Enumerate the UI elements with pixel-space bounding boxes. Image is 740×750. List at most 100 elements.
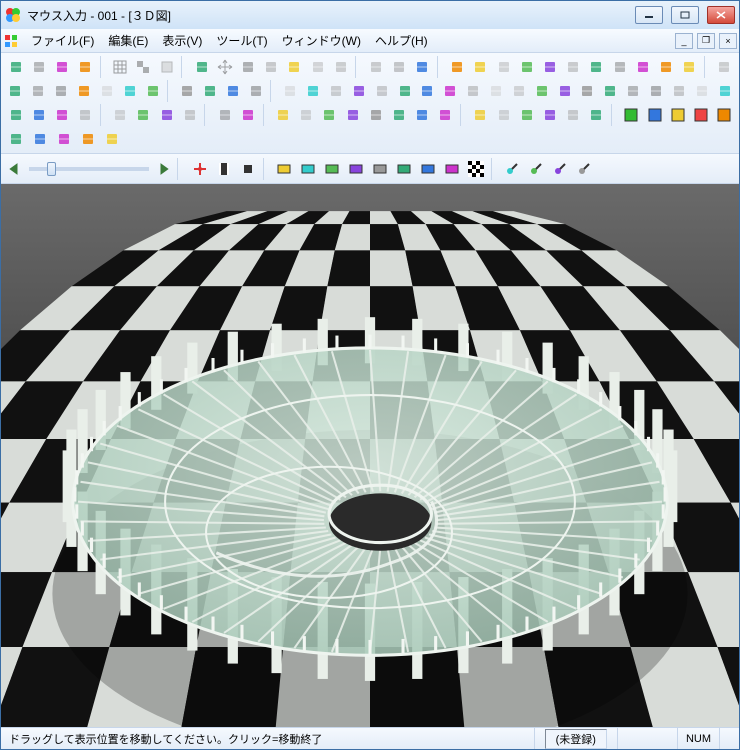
timeline-tool-brush3[interactable] [549, 158, 571, 180]
tool-ar3[interactable] [516, 104, 537, 126]
tool-ar2[interactable] [493, 104, 514, 126]
tool-mat1[interactable] [5, 104, 26, 126]
tool-shape1[interactable] [5, 80, 26, 102]
tool-undo[interactable] [307, 56, 328, 78]
tool-opt5[interactable] [101, 128, 123, 150]
tool-surf4[interactable] [348, 80, 369, 102]
tool-surf2[interactable] [303, 80, 324, 102]
tool-sun5[interactable] [539, 56, 560, 78]
menu-tool[interactable]: ツール(T) [210, 29, 273, 52]
tool-sun3[interactable] [493, 56, 514, 78]
tool-surf20[interactable] [714, 80, 735, 102]
tool-surf10[interactable] [486, 80, 507, 102]
menu-file[interactable]: ファイル(F) [25, 29, 100, 52]
tool-surf16[interactable] [623, 80, 644, 102]
tool-mat2[interactable] [28, 104, 49, 126]
tool-redo[interactable] [330, 56, 351, 78]
timeline-tool-film[interactable] [213, 158, 235, 180]
tool-sun9[interactable] [632, 56, 653, 78]
tool-surf3[interactable] [326, 80, 347, 102]
tool-c-green[interactable] [621, 104, 642, 126]
timeline-tool-layer-m[interactable] [321, 158, 343, 180]
tool-snap-blue[interactable] [133, 56, 154, 78]
tool-opt3[interactable] [53, 128, 75, 150]
timeline-tool-layer-y[interactable] [369, 158, 391, 180]
tool-surf8[interactable] [440, 80, 461, 102]
tool-arrow[interactable] [261, 56, 282, 78]
tool-render2[interactable] [388, 56, 409, 78]
timeline-tool-layer-g2[interactable] [417, 158, 439, 180]
tool-new[interactable] [5, 56, 26, 78]
tool-shape2[interactable] [28, 80, 49, 102]
tool-shape4[interactable] [74, 80, 95, 102]
tool-mat3[interactable] [51, 104, 72, 126]
tool-surf15[interactable] [600, 80, 621, 102]
tool-ta5[interactable] [365, 104, 386, 126]
tool-panel3[interactable] [156, 104, 177, 126]
tool-line3[interactable] [222, 80, 243, 102]
mdi-minimize-button[interactable]: _ [675, 33, 693, 49]
maximize-button[interactable] [671, 6, 699, 24]
tool-shape6[interactable] [119, 80, 140, 102]
timeline-tool-nav-cross[interactable] [189, 158, 211, 180]
step-forward-icon[interactable] [157, 162, 171, 176]
timeline-tool-checker[interactable] [465, 158, 487, 180]
tool-ta7[interactable] [412, 104, 433, 126]
tool-line1[interactable] [177, 80, 198, 102]
tool-sun4[interactable] [516, 56, 537, 78]
timeline-tool-brush1[interactable] [501, 158, 523, 180]
tool-shape5[interactable] [96, 80, 117, 102]
tool-zoom-region[interactable] [237, 56, 258, 78]
tool-surf11[interactable] [508, 80, 529, 102]
menu-help[interactable]: ヘルプ(H) [369, 29, 434, 52]
tool-surf7[interactable] [417, 80, 438, 102]
mdi-close-button[interactable]: × [719, 33, 737, 49]
tool-print[interactable] [28, 56, 49, 78]
tool-props[interactable] [75, 56, 96, 78]
tool-sun10[interactable] [655, 56, 676, 78]
tool-render1[interactable] [365, 56, 386, 78]
tool-ar6[interactable] [586, 104, 607, 126]
tool-surf13[interactable] [554, 80, 575, 102]
mdi-restore-button[interactable]: ❐ [697, 33, 715, 49]
tool-ta4[interactable] [342, 104, 363, 126]
menu-view[interactable]: 表示(V) [156, 29, 208, 52]
tool-surf14[interactable] [577, 80, 598, 102]
tool-ta1[interactable] [272, 104, 293, 126]
tool-grid[interactable] [110, 56, 131, 78]
tool-shape3[interactable] [51, 80, 72, 102]
tool-surf12[interactable] [531, 80, 552, 102]
tool-sun11[interactable] [679, 56, 700, 78]
tool-c-blue[interactable] [644, 104, 665, 126]
tool-c-yellow[interactable] [667, 104, 688, 126]
tool-surf1[interactable] [280, 80, 301, 102]
tool-c-orange[interactable] [714, 104, 735, 126]
close-button[interactable] [707, 6, 735, 24]
tool-preview[interactable] [51, 56, 72, 78]
timeline-tool-layer-g[interactable] [273, 158, 295, 180]
tool-ar5[interactable] [563, 104, 584, 126]
tool-surf17[interactable] [646, 80, 667, 102]
tool-panel2[interactable] [133, 104, 154, 126]
tool-sun7[interactable] [586, 56, 607, 78]
tool-opt1[interactable] [5, 128, 27, 150]
tool-shape7[interactable] [142, 80, 163, 102]
tool-text-a2[interactable] [237, 104, 258, 126]
tool-render3[interactable] [412, 56, 433, 78]
tool-ta2[interactable] [296, 104, 317, 126]
tool-ar1[interactable] [470, 104, 491, 126]
timeline-tool-layer-c[interactable] [393, 158, 415, 180]
tool-ar4[interactable] [539, 104, 560, 126]
tool-panel1[interactable] [110, 104, 131, 126]
tool-line2[interactable] [200, 80, 221, 102]
timeline-tool-layer-b[interactable] [297, 158, 319, 180]
tool-snap-yellow[interactable] [156, 56, 177, 78]
timeline-tool-layer-v[interactable] [441, 158, 463, 180]
tool-opt2[interactable] [29, 128, 51, 150]
step-back-icon[interactable] [7, 162, 21, 176]
timeline-tool-brush2[interactable] [525, 158, 547, 180]
tool-sun6[interactable] [563, 56, 584, 78]
timeline-thumb[interactable] [47, 162, 56, 176]
tool-surf5[interactable] [371, 80, 392, 102]
timeline-tool-layer-o[interactable] [345, 158, 367, 180]
